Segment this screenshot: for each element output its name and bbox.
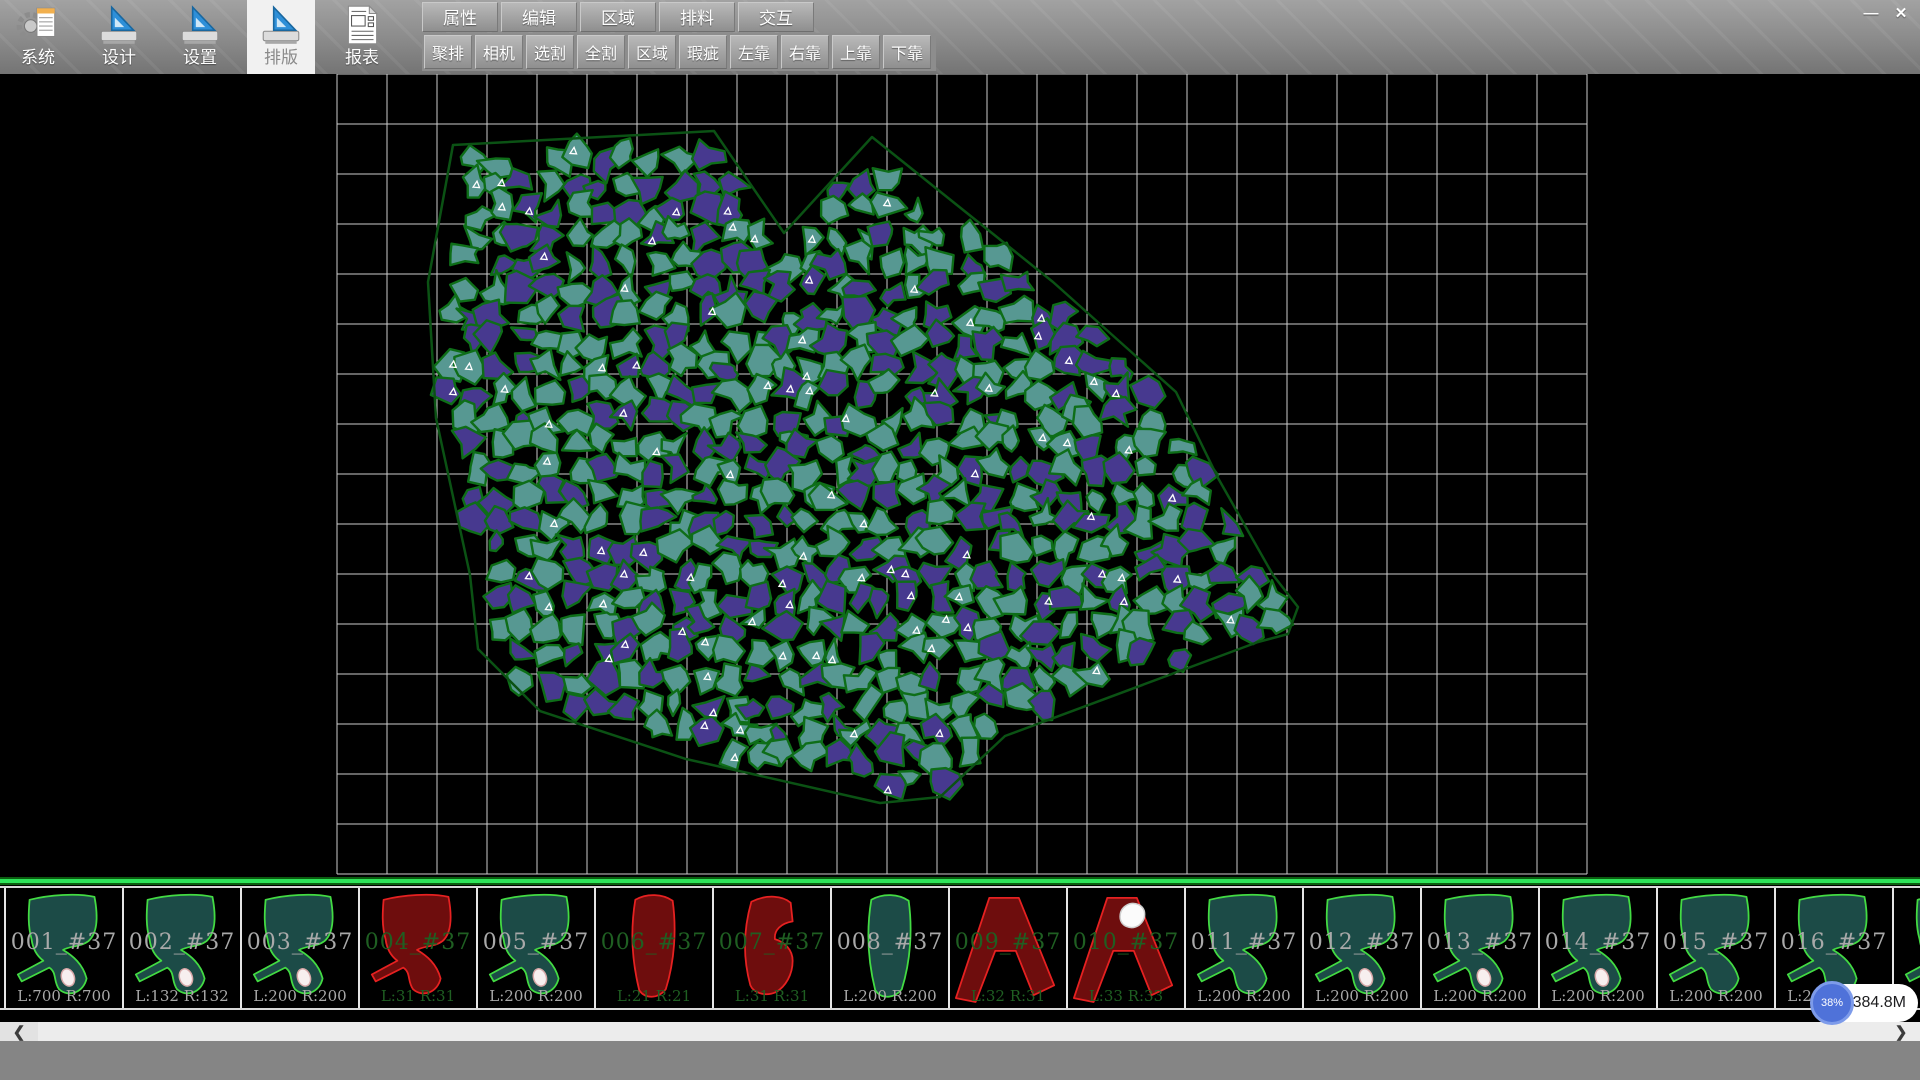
thumbnail-cell-005_#37[interactable]: 005_#37 L:200 R:200 [478, 888, 596, 1008]
menu-region[interactable]: 区域 [580, 2, 656, 32]
app-tab-design[interactable]: 设计 [85, 0, 153, 74]
system-icon [15, 2, 61, 48]
nesting-canvas[interactable] [0, 74, 1920, 877]
piece-lr-count: L:200 R:200 [1422, 987, 1538, 1005]
piece-lr-count: L:132 R:132 [124, 987, 240, 1005]
piece-label: 016_#37 [1776, 930, 1892, 955]
app-tab-nesting[interactable]: 排版 [247, 0, 315, 74]
piece-label: 003_#37 [242, 930, 358, 955]
status-bar [0, 1041, 1920, 1080]
memory-badge: 384.8M 38% [1810, 984, 1918, 1024]
app-tab-label: 设计 [102, 48, 136, 68]
piece-label: 010_#37 [1068, 930, 1184, 955]
tool-cluster-nest[interactable]: 聚排 [424, 35, 472, 69]
menu-bar: 属性编辑区域排料交互 [422, 0, 936, 33]
thumbnail-cell-009_#37[interactable]: 009_#37 L:32 R:31 [950, 888, 1068, 1008]
piece-lr-count: L:200 R:200 [1540, 987, 1656, 1005]
tool-align-top[interactable]: 上靠 [832, 35, 880, 69]
design-icon [96, 2, 142, 48]
thumbnail-cell-013_#37[interactable]: 013_#37 L:200 R:200 [1422, 888, 1540, 1008]
piece-lr-count: L:32 R:31 [950, 987, 1066, 1005]
thumbnail-cell-015_#37[interactable]: 015_#37 L:200 R:200 [1658, 888, 1776, 1008]
piece-label: 006_#37 [596, 930, 712, 955]
app-tab-label: 排版 [264, 48, 298, 68]
menu-area: 属性编辑区域排料交互 聚排相机选割全割区域瑕疵左靠右靠上靠下靠 [422, 0, 936, 71]
piece-lr-count: L:200 R:200 [1304, 987, 1420, 1005]
piece-lr-count: L:31 R:31 [714, 987, 830, 1005]
thumbnail-cell-012_#37[interactable]: 012_#37 L:200 R:200 [1304, 888, 1422, 1008]
piece-label: 001_#37 [6, 930, 122, 955]
scroll-left-button[interactable]: ❮ [0, 1022, 38, 1041]
thumbnail-cell-001_#37[interactable]: 001_#37 L:700 R:700 [4, 888, 124, 1008]
tool-align-left[interactable]: 左靠 [730, 35, 778, 69]
piece-lr-count: L:21 R:21 [596, 987, 712, 1005]
piece-label: 011_#37 [1186, 930, 1302, 955]
piece-lr-count: L:200 R:200 [1186, 987, 1302, 1005]
piece-lr-count: L:200 R:200 [832, 987, 948, 1005]
close-button[interactable]: ✕ [1888, 3, 1914, 23]
hide-nest-drawing [0, 74, 1920, 877]
piece-label: 014_#37 [1540, 930, 1656, 955]
tool-zone[interactable]: 区域 [628, 35, 676, 69]
application-window: 系统设计设置排版报表 属性编辑区域排料交互 聚排相机选割全割区域瑕疵左靠右靠上靠… [0, 0, 1920, 1080]
tool-defect[interactable]: 瑕疵 [679, 35, 727, 69]
app-tab-label: 设置 [183, 48, 217, 68]
thumbnail-strip: 001_#37L:700 R:700002_#37L:132 R:132003_… [0, 886, 1920, 1010]
piece-label: 008_#37 [832, 930, 948, 955]
piece-label: 002_#37 [124, 930, 240, 955]
scroll-right-button[interactable]: ❯ [1882, 1022, 1920, 1041]
piece-label: 009_#37 [950, 930, 1066, 955]
thumbnail-cell-003_#37[interactable]: 003_#37 L:200 R:200 [242, 888, 360, 1008]
menu-interact[interactable]: 交互 [738, 2, 814, 32]
piece-lr-count: L:200 R:200 [242, 987, 358, 1005]
thumbnail-cell-006_#37[interactable]: 006_#37 L:21 R:21 [596, 888, 714, 1008]
tool-align-right[interactable]: 右靠 [781, 35, 829, 69]
report-icon [339, 2, 385, 48]
thumbnail-cell-008_#37[interactable]: 008_#37 L:200 R:200 [832, 888, 950, 1008]
toolbar: 系统设计设置排版报表 属性编辑区域排料交互 聚排相机选割全割区域瑕疵左靠右靠上靠… [0, 0, 1920, 74]
nesting-icon [258, 2, 304, 48]
piece-label: 005_#37 [478, 930, 594, 955]
piece-lr-count: L:200 R:200 [1658, 987, 1774, 1005]
horizontal-scrollbar[interactable]: ❮ ❯ [0, 1022, 1920, 1041]
strip-separator [0, 877, 1920, 886]
thumbnail-cell-004_#37[interactable]: 004_#37 L:31 R:31 [360, 888, 478, 1008]
tool-cut-all[interactable]: 全割 [577, 35, 625, 69]
thumbnail-cell-002_#37[interactable]: 002_#37 L:132 R:132 [124, 888, 242, 1008]
piece-label: 004_#37 [360, 930, 476, 955]
minimize-button[interactable]: — [1858, 3, 1884, 23]
piece-label: 015_#37 [1658, 930, 1774, 955]
thumbnail-cell-007_#37[interactable]: 007_#37 L:31 R:31 [714, 888, 832, 1008]
settings-icon [177, 2, 223, 48]
thumbnail-cell-010_#37[interactable]: 010_#37 L:33 R:33 [1068, 888, 1186, 1008]
menu-properties[interactable]: 属性 [422, 2, 498, 32]
tool-camera[interactable]: 相机 [475, 35, 523, 69]
piece-lr-count: L:33 R:33 [1068, 987, 1184, 1005]
app-tab-report[interactable]: 报表 [328, 0, 396, 74]
piece-label: 007_#37 [714, 930, 830, 955]
app-tab-settings[interactable]: 设置 [166, 0, 234, 74]
piece-lr-count: L:200 R:200 [478, 987, 594, 1005]
thumbnail-cell-011_#37[interactable]: 011_#37 L:200 R:200 [1186, 888, 1304, 1008]
menu-edit[interactable]: 编辑 [501, 2, 577, 32]
window-controls: — ✕ [1854, 3, 1914, 23]
app-tab-bar: 系统 设计 设置 排版 报表 [4, 0, 409, 74]
piece-label: 013_#37 [1422, 930, 1538, 955]
piece-lr-count: L:700 R:700 [6, 987, 122, 1005]
app-tab-system[interactable]: 系统 [4, 0, 72, 74]
tool-bar: 聚排相机选割全割区域瑕疵左靠右靠上靠下靠 [422, 33, 936, 71]
piece-label: 012_#37 [1304, 930, 1420, 955]
piece-lr-count: L:31 R:31 [360, 987, 476, 1005]
app-tab-label: 系统 [21, 48, 55, 68]
app-tab-label: 报表 [345, 48, 379, 68]
tool-select-cut[interactable]: 选割 [526, 35, 574, 69]
tool-align-bottom[interactable]: 下靠 [883, 35, 931, 69]
menu-nest[interactable]: 排料 [659, 2, 735, 32]
progress-circle: 38% [1810, 981, 1854, 1025]
thumbnail-cell-014_#37[interactable]: 014_#37 L:200 R:200 [1540, 888, 1658, 1008]
